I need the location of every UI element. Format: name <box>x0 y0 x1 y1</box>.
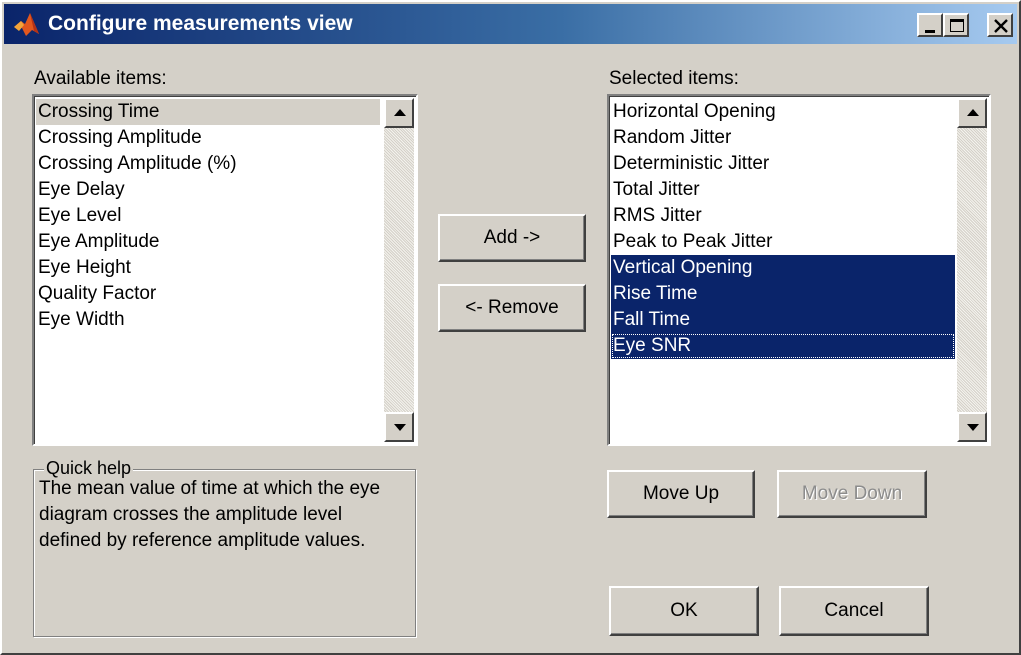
list-item-selected[interactable]: Vertical Opening <box>611 255 955 281</box>
window-title: Configure measurements view <box>48 12 353 35</box>
selected-scrollbar[interactable] <box>957 98 987 442</box>
list-item[interactable]: Total Jitter <box>611 177 955 203</box>
available-items-list[interactable]: Crossing Time Crossing Amplitude Crossin… <box>32 94 418 446</box>
selected-items-label: Selected items: <box>609 68 739 89</box>
list-item-selected[interactable]: Rise Time <box>611 281 955 307</box>
selected-items-list[interactable]: Horizontal Opening Random Jitter Determi… <box>607 94 991 446</box>
list-item[interactable]: Quality Factor <box>36 281 380 307</box>
list-item[interactable]: Horizontal Opening <box>611 99 955 125</box>
add-button[interactable]: Add -> <box>438 214 586 262</box>
cancel-button[interactable]: Cancel <box>779 586 929 636</box>
list-item[interactable]: Crossing Amplitude <box>36 125 380 151</box>
list-item[interactable]: Eye Width <box>36 307 380 333</box>
move-up-button[interactable]: Move Up <box>607 470 755 518</box>
list-item[interactable]: Eye Height <box>36 255 380 281</box>
list-item-selected[interactable]: Eye SNR <box>611 333 955 359</box>
list-item[interactable]: Eye Amplitude <box>36 229 380 255</box>
available-scrollbar[interactable] <box>384 98 414 442</box>
list-item[interactable]: Peak to Peak Jitter <box>611 229 955 255</box>
quick-help-text: The mean value of time at which the eye … <box>39 478 381 551</box>
scroll-up-button[interactable] <box>384 98 414 128</box>
quick-help-group: Quick help The mean value of time at whi… <box>33 458 416 637</box>
arrow-up-icon <box>967 109 979 116</box>
minimize-icon <box>925 30 935 33</box>
scroll-up-button[interactable] <box>957 98 987 128</box>
arrow-up-icon <box>394 109 406 116</box>
matlab-icon <box>14 13 39 36</box>
list-item[interactable]: Eye Delay <box>36 177 380 203</box>
list-item[interactable]: Crossing Amplitude (%) <box>36 151 380 177</box>
ok-button[interactable]: OK <box>609 586 759 636</box>
list-item[interactable]: Crossing Time <box>36 99 380 125</box>
close-icon <box>994 19 1008 33</box>
maximize-button[interactable] <box>943 13 969 37</box>
list-item[interactable]: Deterministic Jitter <box>611 151 955 177</box>
scroll-down-button[interactable] <box>384 412 414 442</box>
arrow-down-icon <box>394 424 406 431</box>
list-item-selected[interactable]: Fall Time <box>611 307 955 333</box>
available-items-label: Available items: <box>34 68 167 89</box>
list-item[interactable]: RMS Jitter <box>611 203 955 229</box>
maximize-icon <box>950 19 964 32</box>
scroll-down-button[interactable] <box>957 412 987 442</box>
list-item[interactable]: Eye Level <box>36 203 380 229</box>
remove-button[interactable]: <- Remove <box>438 284 586 332</box>
list-item[interactable]: Random Jitter <box>611 125 955 151</box>
close-button[interactable] <box>987 13 1013 37</box>
title-bar[interactable]: Configure measurements view <box>4 4 1017 44</box>
move-down-button[interactable]: Move Down <box>777 470 927 518</box>
arrow-down-icon <box>967 424 979 431</box>
dialog-window: Configure measurements view Available it… <box>0 0 1021 655</box>
minimize-button[interactable] <box>917 13 943 37</box>
